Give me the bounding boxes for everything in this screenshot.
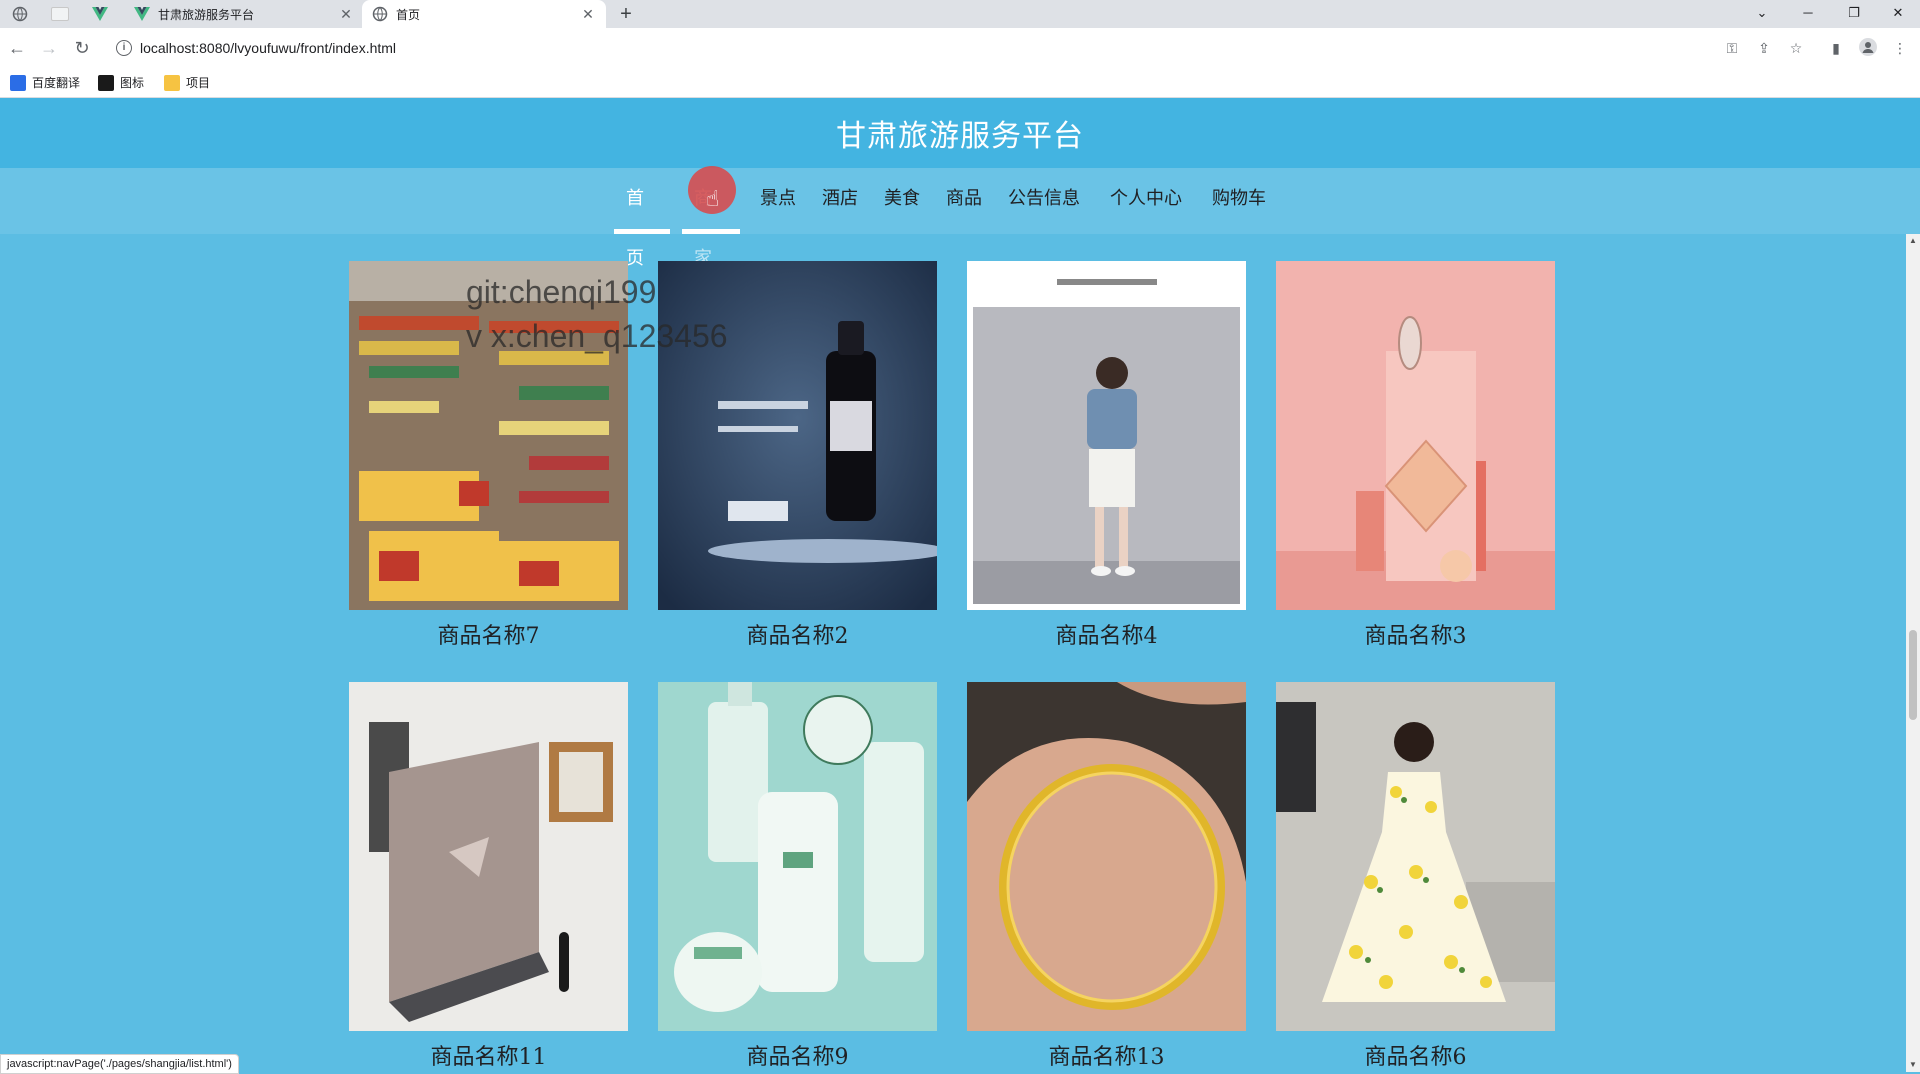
page-scrollbar[interactable]: ▲ ▼ [1906,234,1920,1072]
nav-attractions[interactable]: 景点 [748,168,808,234]
site-header: 甘肃旅游服务平台 [0,98,1920,168]
menu-dots-icon[interactable]: ⋮ [1890,38,1910,58]
product-name[interactable]: 商品名称2 [658,618,937,650]
product-card[interactable]: 商品名称3 [1276,261,1555,650]
pinned-tab-globe-icon[interactable] [4,0,36,28]
side-panel-icon[interactable]: ▮ [1826,38,1846,58]
key-icon[interactable]: ⚿ [1722,38,1742,58]
bookmark-star-icon[interactable]: ☆ [1786,38,1806,58]
site-info-icon[interactable]: i [116,40,132,56]
product-name[interactable]: 商品名称3 [1276,618,1555,650]
globe-icon [372,6,388,22]
bookmark-label: 百度翻译 [32,76,81,90]
bookmark-icons[interactable]: 图标 [98,74,144,91]
minimize-icon[interactable]: ─ [1786,0,1830,28]
product-name[interactable]: 商品名称4 [967,618,1246,650]
browser-toolbar: ← → ↻ i localhost:8080/lvyoufuwu/front/i… [0,28,1920,68]
scroll-down-arrow-icon[interactable]: ▼ [1909,1060,1917,1069]
product-image-outfit[interactable] [967,261,1246,610]
product-image-dress[interactable] [1276,682,1555,1031]
pinned-tab-vue-icon[interactable] [84,0,116,28]
tab-platform[interactable]: 甘肃旅游服务平台 ✕ [124,0,364,28]
reload-icon[interactable]: ↻ [70,36,94,60]
nav-products[interactable]: 商品 [934,168,994,234]
bookmarks-bar: 百度翻译 图标 项目 [0,68,1920,98]
nav-hotels[interactable]: 酒店 [810,168,870,234]
bookmark-label: 项目 [186,76,211,90]
tab-close-icon[interactable]: ✕ [580,6,596,23]
restore-icon[interactable]: ❐ [1832,0,1876,28]
main-nav: 首页 商家 景点 酒店 美食 商品 公告信息 个人中心 购物车 [0,168,1920,268]
browser-tab-strip: 甘肃旅游服务平台 ✕ 首页 ✕ + ⌄ ─ ❐ ✕ [0,0,1920,28]
nav-personal-center[interactable]: 个人中心 [1098,168,1194,234]
tab-home[interactable]: 首页 ✕ [362,0,606,28]
image-icon [98,74,114,91]
product-card[interactable]: 商品名称13 [967,682,1246,1071]
bookmark-baidu-translate[interactable]: 百度翻译 [10,74,80,91]
nav-food[interactable]: 美食 [872,168,932,234]
watermark-line-1: git:chenqi199 [466,274,657,310]
translate-icon [10,74,26,91]
profile-avatar-icon[interactable] [1858,38,1878,58]
folder-icon [164,74,180,91]
nav-announcements[interactable]: 公告信息 [996,168,1092,234]
product-name[interactable]: 商品名称6 [1276,1039,1555,1071]
tab-close-icon[interactable]: ✕ [338,6,354,23]
scrollbar-thumb[interactable] [1909,630,1917,720]
site-title: 甘肃旅游服务平台 [836,120,1084,153]
share-icon[interactable]: ⇪ [1754,38,1774,58]
product-name[interactable]: 商品名称11 [349,1039,628,1071]
product-image-bracelet[interactable] [967,682,1246,1031]
close-window-icon[interactable]: ✕ [1876,0,1920,28]
product-name[interactable]: 商品名称7 [349,618,628,650]
nav-cart[interactable]: 购物车 [1200,168,1278,234]
product-card[interactable]: 商品名称4 [967,261,1246,650]
tab-title: 首页 [396,7,421,22]
forward-arrow-icon[interactable]: → [37,36,61,60]
nav-home[interactable]: 首页 [614,168,670,268]
product-image-serum[interactable] [658,261,937,610]
product-card[interactable]: 商品名称9 [658,682,937,1071]
scroll-up-arrow-icon[interactable]: ▲ [1909,236,1917,245]
product-image-laptop[interactable] [349,682,628,1031]
watermark-line-2: v x:chen_q123456 [466,318,728,354]
product-image-supermarket[interactable] [349,261,628,610]
tab-search-chevron-icon[interactable]: ⌄ [1740,0,1784,28]
back-arrow-icon[interactable]: ← [5,36,29,60]
hand-cursor-icon: ☝ [706,186,720,211]
product-image-cosmetics[interactable] [1276,261,1555,610]
new-tab-plus-icon[interactable]: + [614,2,638,26]
bookmark-projects[interactable]: 项目 [164,74,210,91]
product-name[interactable]: 商品名称9 [658,1039,937,1071]
status-bar-url: javascript:navPage('./pages/shangjia/lis… [0,1054,239,1074]
product-name[interactable]: 商品名称13 [967,1039,1246,1071]
product-card[interactable]: 商品名称11 [349,682,628,1071]
address-bar[interactable]: i localhost:8080/lvyoufuwu/front/index.h… [106,33,1786,63]
product-card[interactable]: 商品名称6 [1276,682,1555,1071]
vue-icon [134,6,150,22]
product-image-skincare[interactable] [658,682,937,1031]
bookmark-label: 图标 [120,76,145,90]
address-url[interactable]: localhost:8080/lvyoufuwu/front/index.htm… [140,40,396,56]
tab-title: 甘肃旅游服务平台 [158,7,255,22]
pinned-tab-blank-icon[interactable] [44,0,76,28]
